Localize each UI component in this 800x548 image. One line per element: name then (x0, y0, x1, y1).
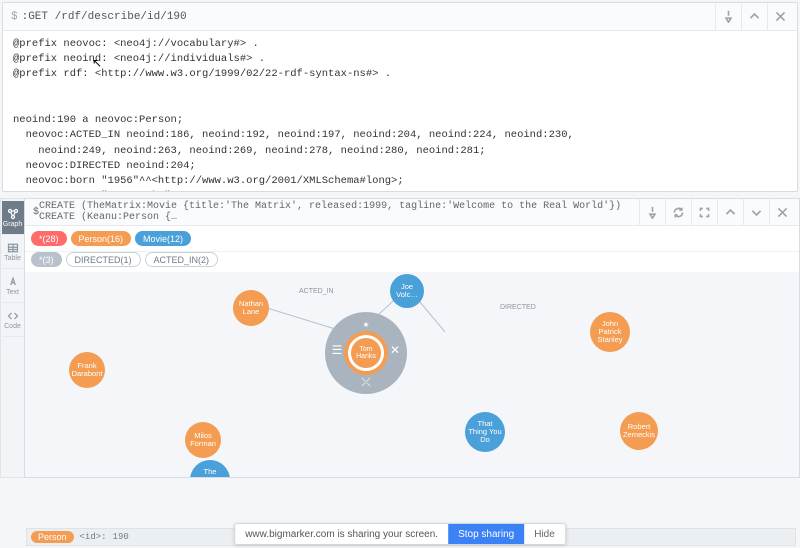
chip-person[interactable]: Person(16) (71, 231, 132, 246)
edge-label: ACTED_IN (299, 288, 334, 295)
reltype-chips-row: *(3) DIRECTED(1) ACTED_IN(2) (25, 252, 799, 272)
graph-node[interactable]: The Green Mile (190, 460, 230, 477)
chip-[interactable]: *(3) (31, 252, 62, 267)
stop-sharing-button[interactable]: Stop sharing (448, 524, 524, 544)
prompt-symbol: $ (11, 11, 18, 23)
radial-hide-icon[interactable]: ✕ (387, 342, 403, 358)
cypher-command: CREATE (TheMatrix:Movie {title:'The Matr… (39, 201, 639, 223)
selected-node[interactable]: Tom Hanks (348, 335, 384, 371)
graph-node[interactable]: Robert Zemeckis (620, 412, 658, 450)
chip-movie[interactable]: Movie(12) (135, 231, 191, 246)
rdf-result-panel: $ :GET /rdf/describe/id/190 @prefix neov… (2, 2, 798, 192)
chevron-up-icon[interactable] (717, 199, 743, 225)
label-chips-row: *(28) Person(16)Movie(12) (25, 226, 799, 252)
close-icon[interactable] (767, 4, 793, 30)
radial-unlock-icon[interactable]: ⭑ (358, 316, 374, 332)
hide-share-bar-button[interactable]: Hide (524, 524, 565, 544)
radial-dismiss-icon[interactable]: ⤫ (358, 374, 374, 390)
close-icon[interactable] (769, 199, 795, 225)
rail-table[interactable]: Table (2, 235, 24, 269)
rdf-command: :GET /rdf/describe/id/190 (22, 11, 715, 23)
share-message: www.bigmarker.com is sharing your screen… (235, 524, 448, 544)
graph-section: Graph Table Text Code $ CREATE (TheMatri… (0, 198, 800, 478)
graph-node[interactable]: Frank Darabont (69, 352, 105, 388)
graph-node[interactable]: Milos Forman (185, 422, 221, 458)
graph-node[interactable]: That Thing You Do (465, 412, 505, 452)
expand-icon[interactable] (691, 199, 717, 225)
graph-canvas[interactable]: ⭑ ☰ ✕ ⤫ Tom Hanks Nathan Lane Frank Darab… (25, 272, 799, 477)
radial-expand-icon[interactable]: ☰ (329, 342, 345, 358)
footer-id-value: 190 (113, 532, 129, 542)
rerun-icon[interactable] (665, 199, 691, 225)
chip-directed[interactable]: DIRECTED(1) (66, 252, 141, 267)
chip-[interactable]: *(28) (31, 231, 67, 246)
graph-panel-header: $ CREATE (TheMatrix:Movie {title:'The Ma… (25, 199, 799, 226)
chip-actedin[interactable]: ACTED_IN(2) (145, 252, 219, 267)
rail-text[interactable]: Text (2, 269, 24, 303)
rail-graph[interactable]: Graph (2, 201, 24, 235)
rail-code[interactable]: Code (2, 303, 24, 337)
chevron-down-icon[interactable] (743, 199, 769, 225)
rdf-panel-header: $ :GET /rdf/describe/id/190 (3, 3, 797, 31)
view-mode-rail: Graph Table Text Code (0, 198, 24, 478)
graph-panel: $ CREATE (TheMatrix:Movie {title:'The Ma… (24, 198, 800, 478)
graph-node[interactable]: Joe Volc… (390, 274, 424, 308)
pin-icon[interactable] (639, 199, 665, 225)
selected-node-radial-menu[interactable]: ⭑ ☰ ✕ ⤫ Tom Hanks (325, 312, 407, 394)
pin-icon[interactable] (715, 4, 741, 30)
graph-node[interactable]: Nathan Lane (233, 290, 269, 326)
footer-label-pill[interactable]: Person (31, 531, 74, 543)
graph-node[interactable]: John Patrick Stanley (590, 312, 630, 352)
rdf-output[interactable]: @prefix neovoc: <neo4j://vocabulary#> . … (3, 31, 797, 191)
footer-id-label: <id>: (80, 532, 107, 542)
chevron-up-icon[interactable] (741, 4, 767, 30)
edge-label: DIRECTED (500, 304, 536, 311)
screen-share-bar: www.bigmarker.com is sharing your screen… (234, 523, 566, 545)
